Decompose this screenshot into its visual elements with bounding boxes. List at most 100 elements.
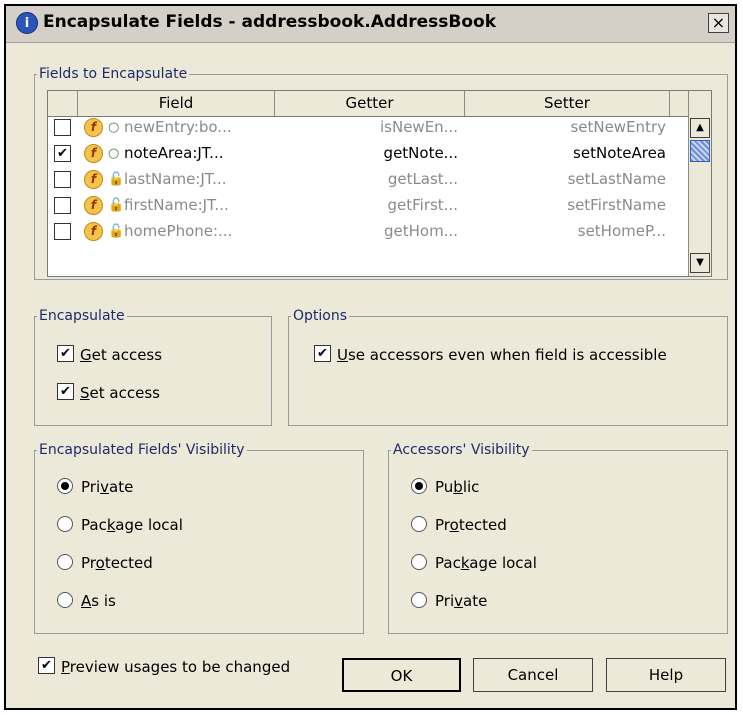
fields-table[interactable]: Field Getter Setter f ○ newEntry:bo... isNe… <box>47 90 712 277</box>
get-access-checkbox[interactable]: ✔ Get access <box>57 345 163 364</box>
field-icon: f <box>84 196 103 215</box>
scroll-up-arrow-icon[interactable]: ▲ <box>690 118 710 138</box>
dialog-title: Encapsulate Fields - addressbook.Address… <box>43 12 497 32</box>
encapsulate-legend: Encapsulate <box>39 308 125 324</box>
radio-label: age local <box>115 516 183 534</box>
accessor-visibility-legend: Accessors' Visibility <box>393 442 530 458</box>
table-header: Field Getter Setter <box>48 91 688 117</box>
accessor-visibility-group: Accessors' Visibility Public Protected Pac… <box>388 442 728 634</box>
close-button[interactable]: × <box>708 13 729 33</box>
radio-button[interactable] <box>411 591 427 608</box>
row-checkbox[interactable] <box>54 171 71 188</box>
accessor-visibility-radio-3[interactable]: Private <box>411 591 488 610</box>
radio-label: ate <box>463 592 488 610</box>
ok-button[interactable]: OK <box>342 658 461 692</box>
radio-label-pre: Pac <box>81 516 107 534</box>
accessor-visibility-radio-1[interactable]: Protected <box>411 515 507 534</box>
set-access-label: et access <box>89 384 160 402</box>
header-checkbox-column <box>48 91 78 116</box>
radio-mnemonic: k <box>106 516 116 534</box>
radio-label-pre: Pri <box>81 478 101 496</box>
radio-button[interactable] <box>411 477 427 494</box>
table-row[interactable]: f 🔓 homePhone:... getHom... setHomeP... <box>48 219 688 245</box>
header-setter[interactable]: Setter <box>465 91 670 116</box>
options-group: Options ✔ Use accessors even when field i… <box>288 308 728 426</box>
row-checkbox[interactable]: ✔ <box>54 145 71 162</box>
setter-cell[interactable]: setLastName <box>548 167 666 192</box>
radio-label: tected <box>458 516 507 534</box>
use-accessors-mnemonic: U <box>337 346 348 364</box>
table-row[interactable]: f 🔓 lastName:JT... getLast... setLastName <box>48 167 688 193</box>
field-visibility-radio-0[interactable]: Private <box>57 477 133 496</box>
radio-mnemonic: o <box>95 554 105 572</box>
radio-mnemonic: v <box>100 478 110 496</box>
scroll-down-arrow-icon[interactable]: ▼ <box>690 253 710 273</box>
options-legend: Options <box>293 308 348 324</box>
getter-cell[interactable]: getNote... <box>348 141 458 166</box>
field-visibility-radio-1[interactable]: Package local <box>57 515 183 534</box>
radio-label-pre: Pr <box>81 554 96 572</box>
getter-cell[interactable]: getLast... <box>348 167 458 192</box>
use-accessors-checkbox[interactable]: ✔ Use accessors even when field is access… <box>314 345 667 364</box>
table-row[interactable]: f ○ newEntry:bo... isNewEn... setNewEntry <box>48 115 688 141</box>
accessor-visibility-radio-0[interactable]: Public <box>411 477 480 496</box>
radio-label-pre: Pr <box>435 516 450 534</box>
preview-usages-check-box[interactable]: ✔ <box>38 657 55 674</box>
set-access-checkbox[interactable]: ✔ Set access <box>57 383 160 402</box>
get-access-mnemonic: G <box>80 346 92 364</box>
setter-cell[interactable]: setHomeP... <box>548 219 666 244</box>
radio-label-pre: Pri <box>435 592 455 610</box>
cancel-button[interactable]: Cancel <box>473 658 593 692</box>
fields-group-legend: Fields to Encapsulate <box>39 66 188 82</box>
radio-label: lic <box>462 478 480 496</box>
row-checkbox[interactable] <box>54 223 71 240</box>
radio-button[interactable] <box>57 553 73 570</box>
dot-icon: ○ <box>108 146 120 161</box>
setter-cell[interactable]: setNoteArea <box>548 141 666 166</box>
lock-icon: 🔓 <box>108 198 125 213</box>
title-bar[interactable]: i Encapsulate Fields - addressbook.Addre… <box>6 6 735 43</box>
radio-button[interactable] <box>411 553 427 570</box>
radio-label-pre: Pu <box>435 478 454 496</box>
getter-cell[interactable]: isNewEn... <box>348 115 458 140</box>
radio-mnemonic: v <box>454 592 464 610</box>
radio-label: s is <box>91 592 116 610</box>
header-field[interactable]: Field <box>78 91 275 116</box>
field-visibility-radio-3[interactable]: As is <box>57 591 116 610</box>
set-access-check-box[interactable]: ✔ <box>57 383 74 400</box>
header-getter[interactable]: Getter <box>275 91 465 116</box>
use-accessors-check-box[interactable]: ✔ <box>314 345 331 362</box>
field-visibility-radio-2[interactable]: Protected <box>57 553 153 572</box>
get-access-check-box[interactable]: ✔ <box>57 345 74 362</box>
get-access-label: et access <box>91 346 163 364</box>
row-checkbox[interactable] <box>54 119 71 136</box>
radio-button[interactable] <box>57 591 73 608</box>
table-row[interactable]: ✔ f ○ noteArea:JT... getNote... setNoteArea <box>48 141 688 167</box>
radio-mnemonic: k <box>460 554 470 572</box>
field-icon: f <box>84 170 103 189</box>
radio-mnemonic: A <box>81 592 92 610</box>
idea-app-icon: i <box>16 12 38 34</box>
radio-button[interactable] <box>57 515 73 532</box>
radio-button[interactable] <box>411 515 427 532</box>
table-scrollbar[interactable]: ▲ ▼ <box>688 91 711 276</box>
radio-button[interactable] <box>57 477 73 494</box>
setter-cell[interactable]: setFirstName <box>548 193 666 218</box>
scrollbar-thumb[interactable] <box>690 140 710 162</box>
field-name-cell: newEntry:bo... <box>124 118 232 136</box>
field-icon: f <box>84 222 103 241</box>
preview-usages-checkbox[interactable]: ✔ Preview usages to be changed <box>38 657 290 676</box>
table-row[interactable]: f 🔓 firstName:JT... getFirst... setFirstName <box>48 193 688 219</box>
field-name-cell: firstName:JT... <box>124 196 229 214</box>
row-checkbox[interactable] <box>54 197 71 214</box>
use-accessors-label: se accessors even when field is accessib… <box>347 346 667 364</box>
dot-icon: ○ <box>108 120 120 135</box>
help-button[interactable]: Help <box>606 658 726 692</box>
getter-cell[interactable]: getFirst... <box>348 193 458 218</box>
set-access-mnemonic: S <box>80 384 90 402</box>
field-name-cell: homePhone:... <box>124 222 233 240</box>
dialog-window: i Encapsulate Fields - addressbook.Addre… <box>4 4 737 710</box>
getter-cell[interactable]: getHom... <box>348 219 458 244</box>
accessor-visibility-radio-2[interactable]: Package local <box>411 553 537 572</box>
setter-cell[interactable]: setNewEntry <box>548 115 666 140</box>
